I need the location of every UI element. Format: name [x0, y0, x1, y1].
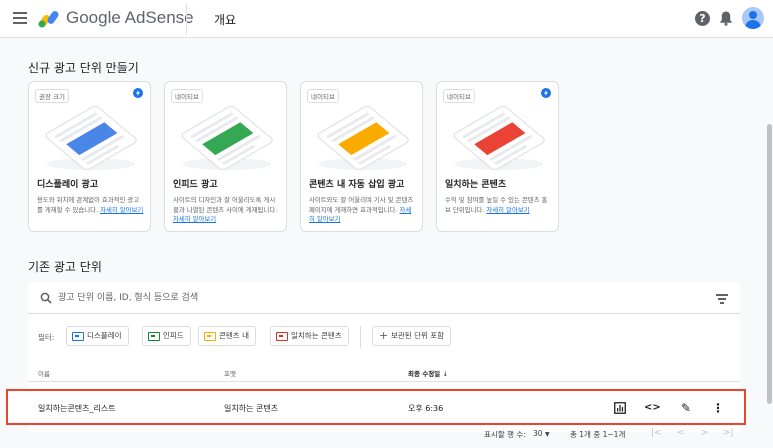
- notifications-bell-icon[interactable]: [719, 10, 733, 26]
- card-title: 콘텐츠 내 자동 삽입 광고: [309, 180, 405, 190]
- card-description: 용도와 위치에 관계없이 효과적인 광고를 게재할 수 있습니다. 자세히 알아…: [37, 196, 145, 215]
- filter-chip-infeed[interactable]: 인피드: [142, 326, 191, 346]
- top-app-bar: Google AdSense 개요 ?: [0, 0, 773, 38]
- pagination-range: 총 1개 중 1~1개: [570, 430, 626, 439]
- column-header-format[interactable]: 포맷: [224, 368, 236, 378]
- previous-page-icon[interactable]: <: [677, 428, 685, 438]
- existing-units-heading: 기존 광고 단위: [28, 260, 102, 274]
- card-badge: 네이티브: [443, 89, 475, 103]
- search-bar: [28, 282, 740, 314]
- filter-chip-display[interactable]: 디스플레이: [66, 326, 129, 346]
- row-modified: 오후 6:36: [408, 404, 444, 413]
- page-scrollbar[interactable]: [767, 124, 772, 404]
- card-badge: 권장 크기: [35, 89, 69, 103]
- ad-type-card-0[interactable]: 권장 크기디스플레이 광고용도와 위치에 관계없이 효과적인 광고를 게재할 수…: [28, 81, 151, 232]
- card-title: 디스플레이 광고: [37, 180, 99, 190]
- row-format: 일치하는 콘텐츠: [224, 404, 279, 413]
- last-page-icon[interactable]: >|: [723, 428, 734, 438]
- chip-label: 일치하는 콘텐츠: [291, 331, 342, 340]
- plus-icon: +: [379, 329, 389, 342]
- table-row[interactable]: 일치하는콘텐츠_리스트 일치하는 콘텐츠 오후 6:36 <> ✎ ⋮: [6, 389, 746, 425]
- rows-per-page-select[interactable]: 30 ▼: [533, 429, 550, 438]
- row-name[interactable]: 일치하는콘텐츠_리스트: [38, 403, 116, 414]
- edit-pencil-icon[interactable]: ✎: [678, 400, 694, 416]
- chip-label: 디스플레이: [87, 331, 122, 340]
- avatar-body: [745, 20, 761, 29]
- chip-label: 보관된 단위 포함: [391, 331, 445, 340]
- dropdown-arrow-icon: ▼: [544, 431, 550, 438]
- learn-more-link[interactable]: 자세히 알아보기: [173, 215, 216, 223]
- card-badge: 네이티브: [307, 89, 339, 103]
- in-article-ad-illustration-icon: [317, 106, 409, 170]
- column-header-name[interactable]: 이름: [38, 368, 50, 378]
- display-ad-icon: [72, 332, 84, 341]
- column-header-modified[interactable]: 최종 수정일 ↓: [408, 368, 448, 378]
- brand-google: Google: [66, 8, 121, 27]
- in-article-ad-icon: [204, 332, 216, 341]
- card-description: 수익 및 참여를 높일 수 있는 콘텐츠 홍보 단위입니다. 자세히 알아보기: [445, 196, 553, 215]
- infeed-ad-icon: [148, 332, 160, 341]
- rows-per-page-value: 30: [533, 429, 543, 438]
- card-description: 사이트와도 잘 어울리며 기사 및 콘텐츠 페이지에 게재하면 효과적입니다. …: [309, 196, 417, 225]
- card-title: 인피드 광고: [173, 180, 218, 190]
- matched-content-ad-illustration-icon: [453, 106, 545, 170]
- chip-label: 인피드: [163, 331, 184, 340]
- new-units-heading: 신규 광고 단위 만들기: [28, 61, 139, 75]
- column-header-modified-label: 최종 수정일: [408, 370, 441, 378]
- adsense-logo-icon: [38, 11, 59, 28]
- infeed-ad-illustration-icon: [181, 106, 273, 170]
- search-icon: [40, 292, 52, 304]
- brand-name[interactable]: Google AdSense: [66, 8, 194, 28]
- brand-product: AdSense: [124, 8, 194, 27]
- chip-label: 콘텐츠 내: [219, 331, 249, 340]
- sort-arrow-down-icon: ↓: [442, 370, 448, 378]
- include-archived-chip[interactable]: + 보관된 단위 포함: [372, 326, 452, 346]
- help-icon[interactable]: ?: [695, 11, 710, 26]
- more-vert-icon[interactable]: ⋮: [710, 400, 726, 416]
- filter-bar: 필터: 디스플레이 인피드 콘텐츠 내 일치하는 콘텐츠 + 보관된 단위 포함: [28, 326, 740, 348]
- ad-type-card-1[interactable]: 네이티브인피드 광고사이트의 디자인과 잘 어울리도록 게시물과 나열된 콘텐츠…: [164, 81, 287, 232]
- menu-icon[interactable]: [13, 12, 27, 24]
- matched-content-ad-icon: [276, 332, 288, 341]
- table-header: 이름 포맷 최종 수정일 ↓: [28, 368, 740, 382]
- filter-list-icon[interactable]: [716, 294, 728, 304]
- lightning-bolt-icon: [541, 88, 551, 98]
- card-description: 사이트의 디자인과 잘 어울리도록 게시물과 나열된 콘텐츠 사이에 게재됩니다…: [173, 196, 281, 225]
- report-chart-icon[interactable]: [612, 400, 628, 416]
- lightning-bolt-icon: [133, 88, 143, 98]
- filter-label: 필터:: [38, 333, 55, 342]
- filter-chip-in-article[interactable]: 콘텐츠 내: [198, 326, 256, 346]
- card-description-text: 사이트의 디자인과 잘 어울리도록 게시물과 나열된 콘텐츠 사이에 게재됩니다…: [173, 196, 278, 214]
- rows-per-page-label: 표시할 행 수:: [484, 430, 526, 439]
- learn-more-link[interactable]: 자세히 알아보기: [100, 206, 143, 214]
- search-input[interactable]: [58, 288, 658, 308]
- filter-chip-matched-content[interactable]: 일치하는 콘텐츠: [270, 326, 349, 346]
- page-title: 개요: [214, 13, 237, 27]
- learn-more-link[interactable]: 자세히 알아보기: [486, 206, 529, 214]
- header-divider: [186, 4, 187, 34]
- card-description-text: 사이트와도 잘 어울리며 기사 및 콘텐츠 페이지에 게재하면 효과적입니다.: [309, 196, 414, 214]
- avatar-head: [749, 11, 757, 19]
- first-page-icon[interactable]: |<: [651, 428, 662, 438]
- display-ad-illustration-icon: [45, 106, 137, 170]
- next-page-icon[interactable]: >: [701, 428, 709, 438]
- filter-divider: [360, 326, 361, 348]
- account-avatar[interactable]: [742, 7, 764, 29]
- card-title: 일치하는 콘텐츠: [445, 180, 507, 190]
- ad-type-card-2[interactable]: 네이티브콘텐츠 내 자동 삽입 광고사이트와도 잘 어울리며 기사 및 콘텐츠 …: [300, 81, 423, 232]
- ad-type-card-3[interactable]: 네이티브일치하는 콘텐츠수익 및 참여를 높일 수 있는 콘텐츠 홍보 단위입니…: [436, 81, 559, 232]
- code-icon[interactable]: <>: [644, 400, 661, 416]
- card-badge: 네이티브: [171, 89, 203, 103]
